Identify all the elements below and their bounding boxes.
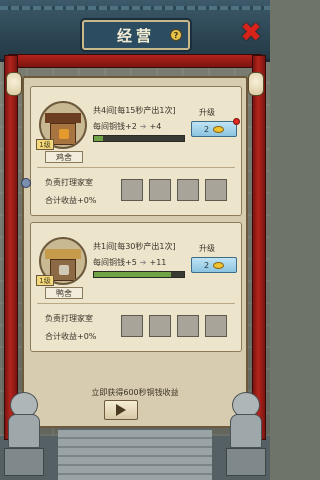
staff-slot[interactable] [121,315,143,337]
staff-slot[interactable] [121,179,143,201]
building-name: 鸭舍 [45,287,83,299]
watch-ad-button[interactable] [104,400,138,420]
coin-yield-row: 每间铜钱+5 ➔ +11 [93,257,166,268]
right-lantern [248,72,264,96]
staff-slot[interactable] [205,315,227,337]
notification-dot-icon [233,118,240,125]
divider [37,303,235,304]
staff-slot[interactable] [177,315,199,337]
production-progress [93,135,185,142]
upgrade-button[interactable]: 2 [191,121,237,137]
progress-fill [94,272,171,277]
coin-yield-text: 每间铜钱+2 [93,122,137,131]
title-plaque: 经营 ? [82,20,190,50]
staff-slot[interactable] [149,315,171,337]
production-progress [93,271,185,278]
gold-ingot-icon [213,261,225,269]
coin-yield-next: +4 [149,122,162,131]
coin-yield-next: +11 [149,258,167,267]
left-lantern [6,72,22,96]
upgrade-label: 升级 [199,244,215,253]
room-count-text: 共4间[每15秒产出1次] [93,106,176,115]
gold-ingot-icon [213,125,225,133]
staff-slot[interactable] [177,179,199,201]
question-icon[interactable]: ? [170,29,182,41]
building-name: 鸡舍 [45,151,83,163]
staff-slot[interactable] [149,179,171,201]
progress-fill [94,136,103,141]
right-pillar [252,55,266,440]
building-card-chicken-coop: 1级 鸡舍 共4间[每15秒产出1次] 每间铜钱+2 ➔ +4 升级 2 负责打… [30,86,242,216]
coin-yield-row: 每间铜钱+2 ➔ +4 [93,121,161,132]
upgrade-button[interactable]: 2 [191,257,237,273]
total-income-label: 合计收益+0% [45,332,97,341]
level-badge: 1级 [36,139,54,150]
upgrade-cost: 2 [203,124,210,134]
page-title: 经营 [116,26,155,45]
total-income-label: 合计收益+0% [45,196,97,205]
red-beam [8,54,262,68]
management-panel: 1级 鸡舍 共4间[每15秒产出1次] 每间铜钱+2 ➔ +4 升级 2 负责打… [22,76,248,428]
upgrade-label: 升级 [199,108,215,117]
staff-label: 负责打理家室 [45,178,93,187]
arrow-right-icon: ➔ [139,122,147,131]
close-icon: ✖ [240,18,262,48]
coin-yield-text: 每间铜钱+5 [93,258,137,267]
level-badge: 1级 [36,275,54,286]
arrow-right-icon: ➔ [139,258,147,267]
close-button[interactable]: ✖ [238,20,264,46]
divider [37,167,235,168]
side-indicator-icon[interactable] [21,178,31,188]
room-count-text: 共1间[每30秒产出1次] [93,242,176,251]
left-pillar [4,55,18,440]
upgrade-cost: 2 [203,260,210,270]
play-icon [116,404,126,416]
stone-lion-right [226,392,266,476]
staff-label: 负责打理家室 [45,314,93,323]
stone-stairs [58,428,212,480]
stone-lion-left [4,392,44,476]
building-card-duck-coop: 1级 鸭舍 共1间[每30秒产出1次] 每间铜钱+5 ➔ +11 升级 2 负责… [30,222,242,352]
staff-slot[interactable] [205,179,227,201]
